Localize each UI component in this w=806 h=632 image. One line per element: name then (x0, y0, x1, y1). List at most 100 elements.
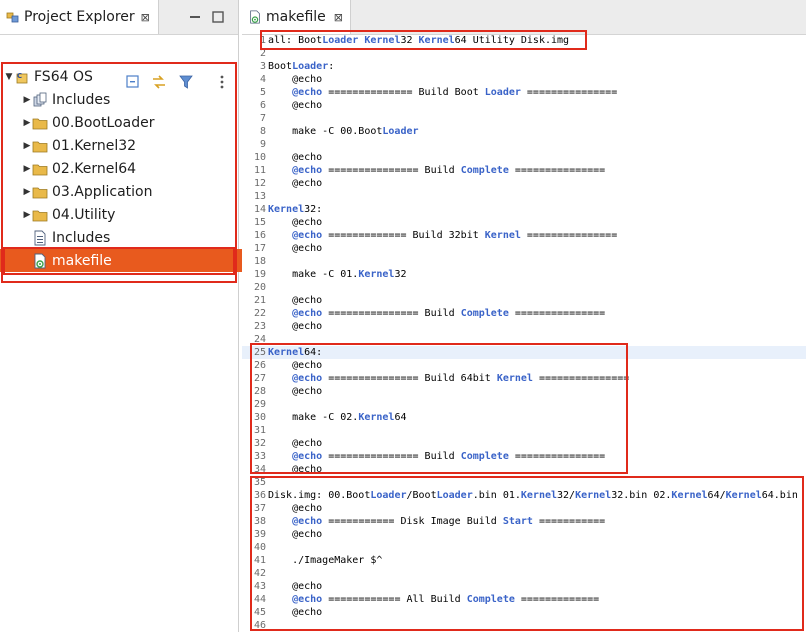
code-text: @echo (268, 386, 323, 397)
code-line[interactable]: 12 @echo (242, 177, 806, 190)
tab-makefile[interactable]: makefile ⊠ (242, 0, 351, 34)
line-number: 39 (253, 529, 266, 540)
code-line[interactable]: 7 (242, 112, 806, 125)
maximize-icon[interactable] (211, 10, 225, 24)
tree-item-label: 02.Kernel64 (52, 160, 137, 177)
code-line[interactable]: 1 all: BootLoader Kernel32 Kernel64 Utili… (242, 34, 806, 47)
code-text: @echo (268, 607, 323, 618)
code-line[interactable]: 29 (242, 398, 806, 411)
code-text: Kernel32: (268, 204, 323, 215)
code-text: @echo ============= Build 32bit Kernel =… (292, 230, 618, 241)
svg-text:C: C (17, 72, 22, 80)
code-text: @echo (268, 74, 323, 85)
code-line[interactable]: 16 @echo ============= Build 32bit Kerne… (242, 229, 806, 242)
code-line[interactable]: 11 @echo =============== Build Complete … (242, 164, 806, 177)
code-line[interactable]: 34 @echo (242, 463, 806, 476)
code-line[interactable]: 26 @echo (242, 359, 806, 372)
code-line[interactable]: 27 @echo =============== Build 64bit Ker… (242, 372, 806, 385)
folder-icon (32, 210, 48, 221)
collapsed-twisty-icon[interactable]: ▶ (22, 210, 32, 220)
expanded-twisty-icon[interactable]: ▼ (4, 72, 14, 82)
code-line[interactable]: 32 @echo (242, 437, 806, 450)
collapsed-twisty-icon[interactable]: ▶ (22, 164, 32, 174)
tree-item-bootloader[interactable]: ▶ 00.BootLoader (0, 111, 258, 134)
code-line[interactable]: 44 @echo ============ All Build Complete… (242, 593, 806, 606)
line-number: 40 (253, 542, 266, 553)
code-line[interactable]: 17 @echo (242, 242, 806, 255)
code-line[interactable]: 13 (242, 190, 806, 203)
code-text: @echo (268, 152, 323, 163)
code-line[interactable]: 39 @echo (242, 528, 806, 541)
code-line[interactable]: 40 (242, 541, 806, 554)
code-line[interactable]: 14 Kernel32: (242, 203, 806, 216)
minimize-icon[interactable] (188, 10, 202, 24)
code-line[interactable]: 43 @echo (242, 580, 806, 593)
code-text: @echo =============== Build Complete ===… (292, 165, 606, 176)
tree-item-label: makefile (52, 252, 112, 269)
code-line[interactable]: 9 (242, 138, 806, 151)
line-number: 12 (253, 178, 266, 189)
code-editor[interactable]: 1 all: BootLoader Kernel32 Kernel64 Utili… (242, 34, 806, 632)
tree-item-utility[interactable]: ▶ 04.Utility (0, 203, 258, 226)
code-line[interactable]: 23 @echo (242, 320, 806, 333)
tab-project-explorer[interactable]: Project Explorer ⊠ (0, 0, 159, 34)
line-number: 41 (253, 555, 266, 566)
collapsed-twisty-icon[interactable]: ▶ (22, 141, 32, 151)
line-number: 33 (253, 451, 266, 462)
code-line[interactable]: 31 (242, 424, 806, 437)
code-line[interactable]: 38 @echo =========== Disk Image Build St… (242, 515, 806, 528)
code-line[interactable]: 24 (242, 333, 806, 346)
code-line[interactable]: 37 @echo (242, 502, 806, 515)
tree-item-project[interactable]: ▼ C FS64 OS (0, 65, 240, 88)
tree-item-includes-file[interactable]: Includes (0, 226, 268, 249)
collapsed-twisty-icon[interactable]: ▶ (22, 118, 32, 128)
collapsed-twisty-icon[interactable]: ▶ (22, 95, 32, 105)
tree-item-application[interactable]: ▶ 03.Application (0, 180, 258, 203)
code-line[interactable]: 30 make -C 02.Kernel64 (242, 411, 806, 424)
code-line[interactable]: 15 @echo (242, 216, 806, 229)
close-icon[interactable]: ⊠ (334, 11, 343, 24)
line-number: 35 (253, 477, 266, 488)
code-text: make -C 02.Kernel64 (268, 412, 407, 423)
folder-icon (32, 118, 48, 129)
code-line[interactable]: 33 @echo =============== Build Complete … (242, 450, 806, 463)
code-line[interactable]: 5 @echo ============== Build Boot Loader… (242, 86, 806, 99)
code-text: @echo (268, 100, 323, 111)
code-line[interactable]: 25 Kernel64: (242, 346, 806, 359)
line-number: 43 (253, 581, 266, 592)
tree-item-label: 03.Application (52, 183, 153, 200)
code-line[interactable]: 8 make -C 00.BootLoader (242, 125, 806, 138)
code-line[interactable]: 3 BootLoader: (242, 60, 806, 73)
tree-item-makefile[interactable]: makefile (0, 249, 268, 272)
line-number: 29 (253, 399, 266, 410)
code-text: @echo =============== Build Complete ===… (292, 451, 606, 462)
collapsed-twisty-icon[interactable]: ▶ (22, 187, 32, 197)
code-line[interactable]: 2 (242, 47, 806, 60)
code-line[interactable]: 4 @echo (242, 73, 806, 86)
code-line[interactable]: 6 @echo (242, 99, 806, 112)
close-icon[interactable]: ⊠ (141, 11, 150, 24)
code-line[interactable]: 22 @echo =============== Build Complete … (242, 307, 806, 320)
tree-item-kernel64[interactable]: ▶ 02.Kernel64 (0, 157, 258, 180)
code-line[interactable]: 35 (242, 476, 806, 489)
line-number: 5 (259, 87, 266, 98)
code-line[interactable]: 41 ./ImageMaker $^ (242, 554, 806, 567)
code-line[interactable]: 10 @echo (242, 151, 806, 164)
code-line[interactable]: 45 @echo (242, 606, 806, 619)
code-line[interactable]: 21 @echo (242, 294, 806, 307)
code-text: @echo (268, 529, 323, 540)
tree-item-kernel32[interactable]: ▶ 01.Kernel32 (0, 134, 258, 157)
code-line[interactable]: 42 (242, 567, 806, 580)
code-line[interactable]: 28 @echo (242, 385, 806, 398)
code-line[interactable]: 19 make -C 01.Kernel32 (242, 268, 806, 281)
tree-item-includes[interactable]: ▶ Includes (0, 88, 258, 111)
code-text: @echo (268, 438, 323, 449)
code-line[interactable]: 46 (242, 619, 806, 632)
code-line[interactable]: 20 (242, 281, 806, 294)
project-explorer-toolbar (0, 34, 238, 89)
code-text: @echo (268, 464, 323, 475)
code-text: @echo =============== Build 64bit Kernel… (292, 373, 630, 384)
code-line[interactable]: 18 (242, 255, 806, 268)
code-line[interactable]: 36 Disk.img: 00.BootLoader/BootLoader.bin… (242, 489, 806, 502)
line-number: 6 (259, 100, 266, 111)
